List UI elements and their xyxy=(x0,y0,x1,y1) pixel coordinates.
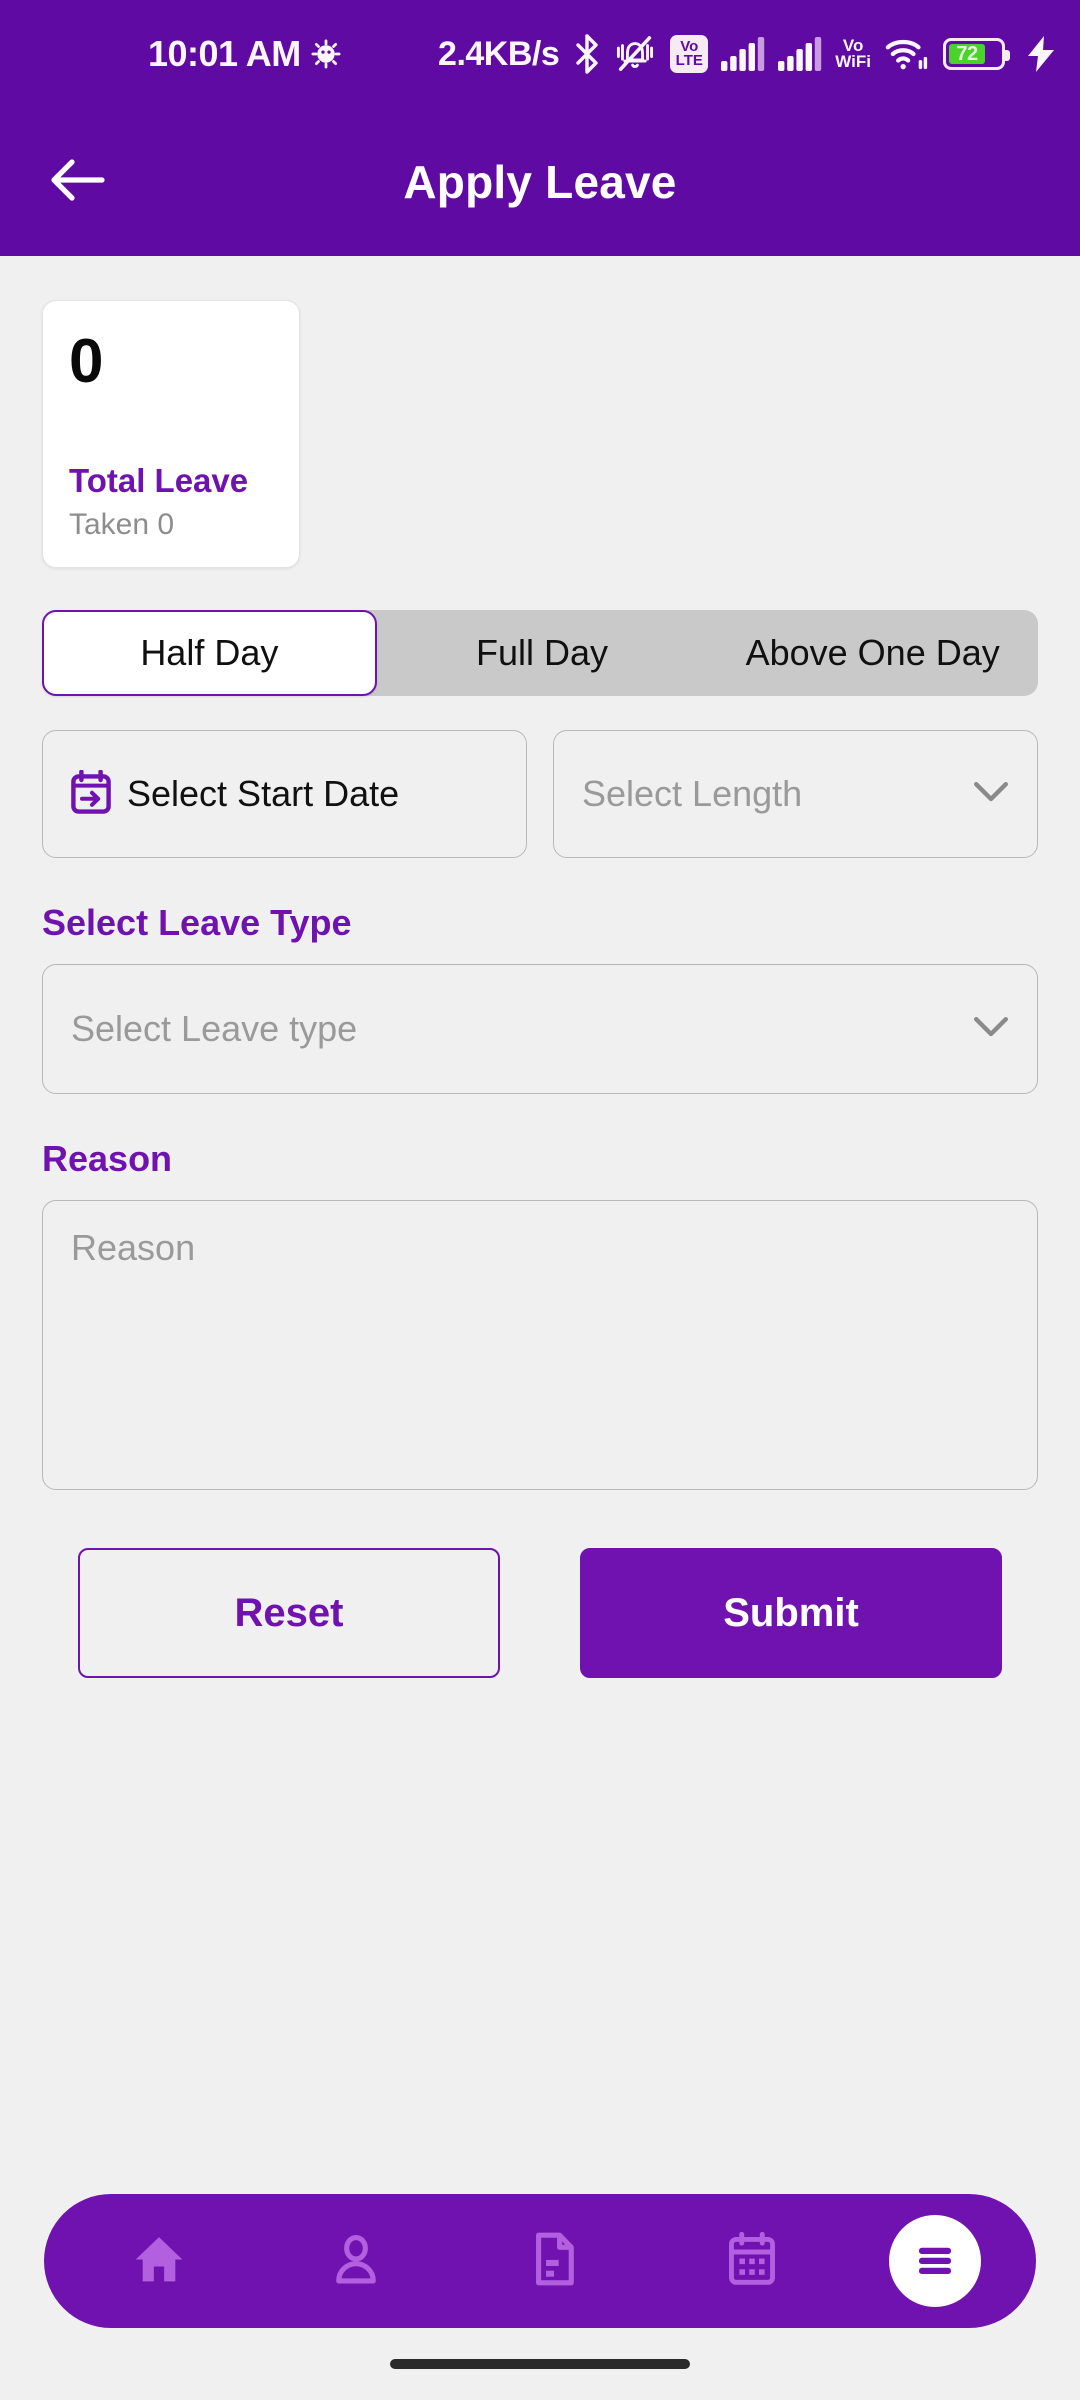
app-bar: Apply Leave xyxy=(0,108,1080,256)
nav-item-home[interactable] xyxy=(99,2206,219,2316)
total-leave-count: 0 xyxy=(69,327,104,396)
select-start-date-field[interactable]: Select Start Date xyxy=(42,730,527,858)
vibrate-off-icon xyxy=(613,35,657,73)
reason-textarea[interactable]: Reason xyxy=(42,1200,1038,1490)
volte-icon: Vo LTE xyxy=(670,35,709,73)
bottom-navigation xyxy=(44,2194,1036,2328)
select-start-date-label: Select Start Date xyxy=(127,773,400,814)
status-clock: 10:01 AM xyxy=(148,33,301,74)
nav-item-documents[interactable] xyxy=(494,2206,614,2316)
select-length-value: Select Length xyxy=(582,773,803,814)
select-leave-type-dropdown[interactable]: Select Leave type xyxy=(42,964,1038,1094)
hamburger-menu-icon xyxy=(911,2235,959,2288)
bluetooth-icon xyxy=(574,34,600,74)
main-content: 0 Total Leave Taken 0 Half Day Full Day … xyxy=(0,256,1080,2194)
nav-item-calendar[interactable] xyxy=(692,2206,812,2316)
person-icon xyxy=(328,2231,384,2292)
calendar-icon xyxy=(724,2231,780,2292)
tab-above-one-day[interactable]: Above One Day xyxy=(707,610,1038,696)
leave-type-section-label: Select Leave Type xyxy=(42,902,352,943)
form-actions: Reset Submit xyxy=(42,1548,1038,1678)
charging-bolt-icon xyxy=(1028,36,1054,72)
home-icon xyxy=(131,2231,187,2292)
total-leave-card: 0 Total Leave Taken 0 xyxy=(42,300,300,568)
status-bar-right: 2.4KB/s Vo LTE Vo WiFi 72 xyxy=(438,34,1054,74)
submit-button[interactable]: Submit xyxy=(580,1548,1002,1678)
gesture-home-bar[interactable] xyxy=(390,2359,690,2369)
chevron-down-icon xyxy=(973,781,1009,808)
tab-half-day[interactable]: Half Day xyxy=(42,610,377,696)
status-bar-left: 10:01 AM xyxy=(148,33,341,75)
signal-bars-icon xyxy=(778,37,822,71)
select-length-dropdown[interactable]: Select Length xyxy=(553,730,1038,858)
wifi-icon xyxy=(884,36,930,72)
nav-item-menu[interactable] xyxy=(889,2215,982,2307)
total-leave-taken: Taken 0 xyxy=(69,508,175,541)
bottom-nav-wrapper xyxy=(0,2194,1080,2328)
phone-screen: 10:01 AM 2.4KB/s Vo LTE Vo WiFi 72 Apply… xyxy=(0,0,1080,2400)
chevron-down-icon xyxy=(973,1016,1009,1043)
network-speed: 2.4KB/s xyxy=(438,34,560,73)
page-title: Apply Leave xyxy=(403,156,677,208)
document-icon xyxy=(526,2231,582,2292)
total-leave-label: Total Leave xyxy=(69,461,249,499)
signal-bars-icon xyxy=(721,37,765,71)
calendar-start-icon xyxy=(71,768,111,819)
back-button[interactable] xyxy=(36,140,120,224)
nav-item-profile[interactable] xyxy=(296,2206,416,2316)
reason-placeholder: Reason xyxy=(71,1227,196,1268)
leave-duration-tabs: Half Day Full Day Above One Day xyxy=(42,610,1038,696)
vowifi-icon: Vo WiFi xyxy=(835,35,871,71)
back-arrow-icon xyxy=(50,157,106,208)
reason-section-label: Reason xyxy=(42,1138,173,1179)
reset-button[interactable]: Reset xyxy=(78,1548,500,1678)
android-head-icon xyxy=(311,39,341,69)
tab-full-day[interactable]: Full Day xyxy=(377,610,708,696)
date-length-row: Select Start Date Select Length xyxy=(42,730,1038,858)
battery-icon: 72 xyxy=(943,38,1010,70)
battery-percent: 72 xyxy=(956,42,978,65)
select-leave-type-value: Select Leave type xyxy=(71,1008,358,1049)
gesture-nav-area xyxy=(0,2328,1080,2400)
status-bar: 10:01 AM 2.4KB/s Vo LTE Vo WiFi 72 xyxy=(0,0,1080,108)
